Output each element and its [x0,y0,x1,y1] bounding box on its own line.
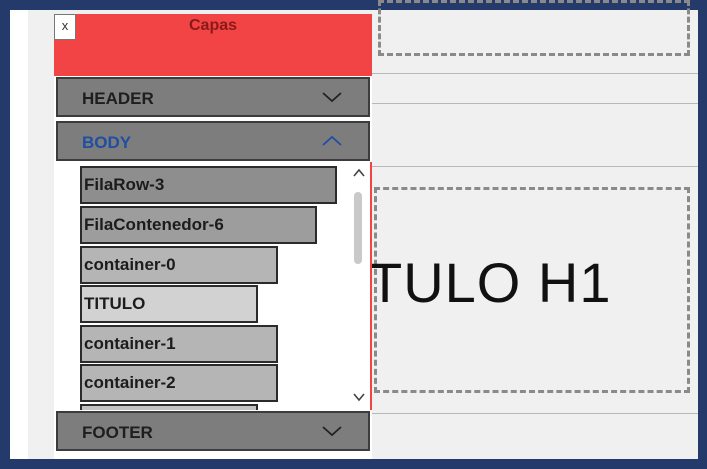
close-button[interactable]: x [54,14,76,40]
section-footer-label: FOOTER [82,423,153,442]
chevron-up-icon [322,135,342,146]
list-item[interactable]: TITULO [80,285,258,323]
panel-right-edge [370,162,372,410]
scrollbar-thumb[interactable] [354,192,362,264]
list-item[interactable]: container-1 [80,325,278,363]
chevron-down-icon [322,426,342,437]
section-header-label: HEADER [82,89,154,108]
chevron-down-icon [322,92,342,103]
canvas-heading-h1[interactable]: TULO H1 [368,250,612,315]
scrollbar[interactable] [350,162,368,410]
list-item[interactable]: FilaContenedor-6 [80,206,317,244]
list-item[interactable]: FilaRow-3 [80,166,337,204]
row-divider [372,103,698,104]
row-divider [372,166,698,167]
section-header[interactable]: HEADER [56,77,370,117]
row-divider [372,413,698,414]
body-layers-list[interactable]: FilaRow-3 FilaContenedor-6 container-0 T… [56,162,370,410]
scroll-down-arrow-icon[interactable] [353,392,365,402]
section-footer[interactable]: FOOTER [56,411,370,451]
list-item[interactable]: container-2 [80,364,278,402]
layers-panel-header: Capas [54,14,372,76]
dashed-placeholder-top [378,0,690,56]
layers-panel-title: Capas [188,17,238,34]
section-body-label: BODY [82,133,132,152]
list-item[interactable]: container-0 [80,246,278,284]
scroll-up-arrow-icon[interactable] [353,168,365,178]
row-divider [372,73,698,74]
list-item-partial[interactable] [80,404,258,410]
section-body[interactable]: BODY [56,121,370,161]
